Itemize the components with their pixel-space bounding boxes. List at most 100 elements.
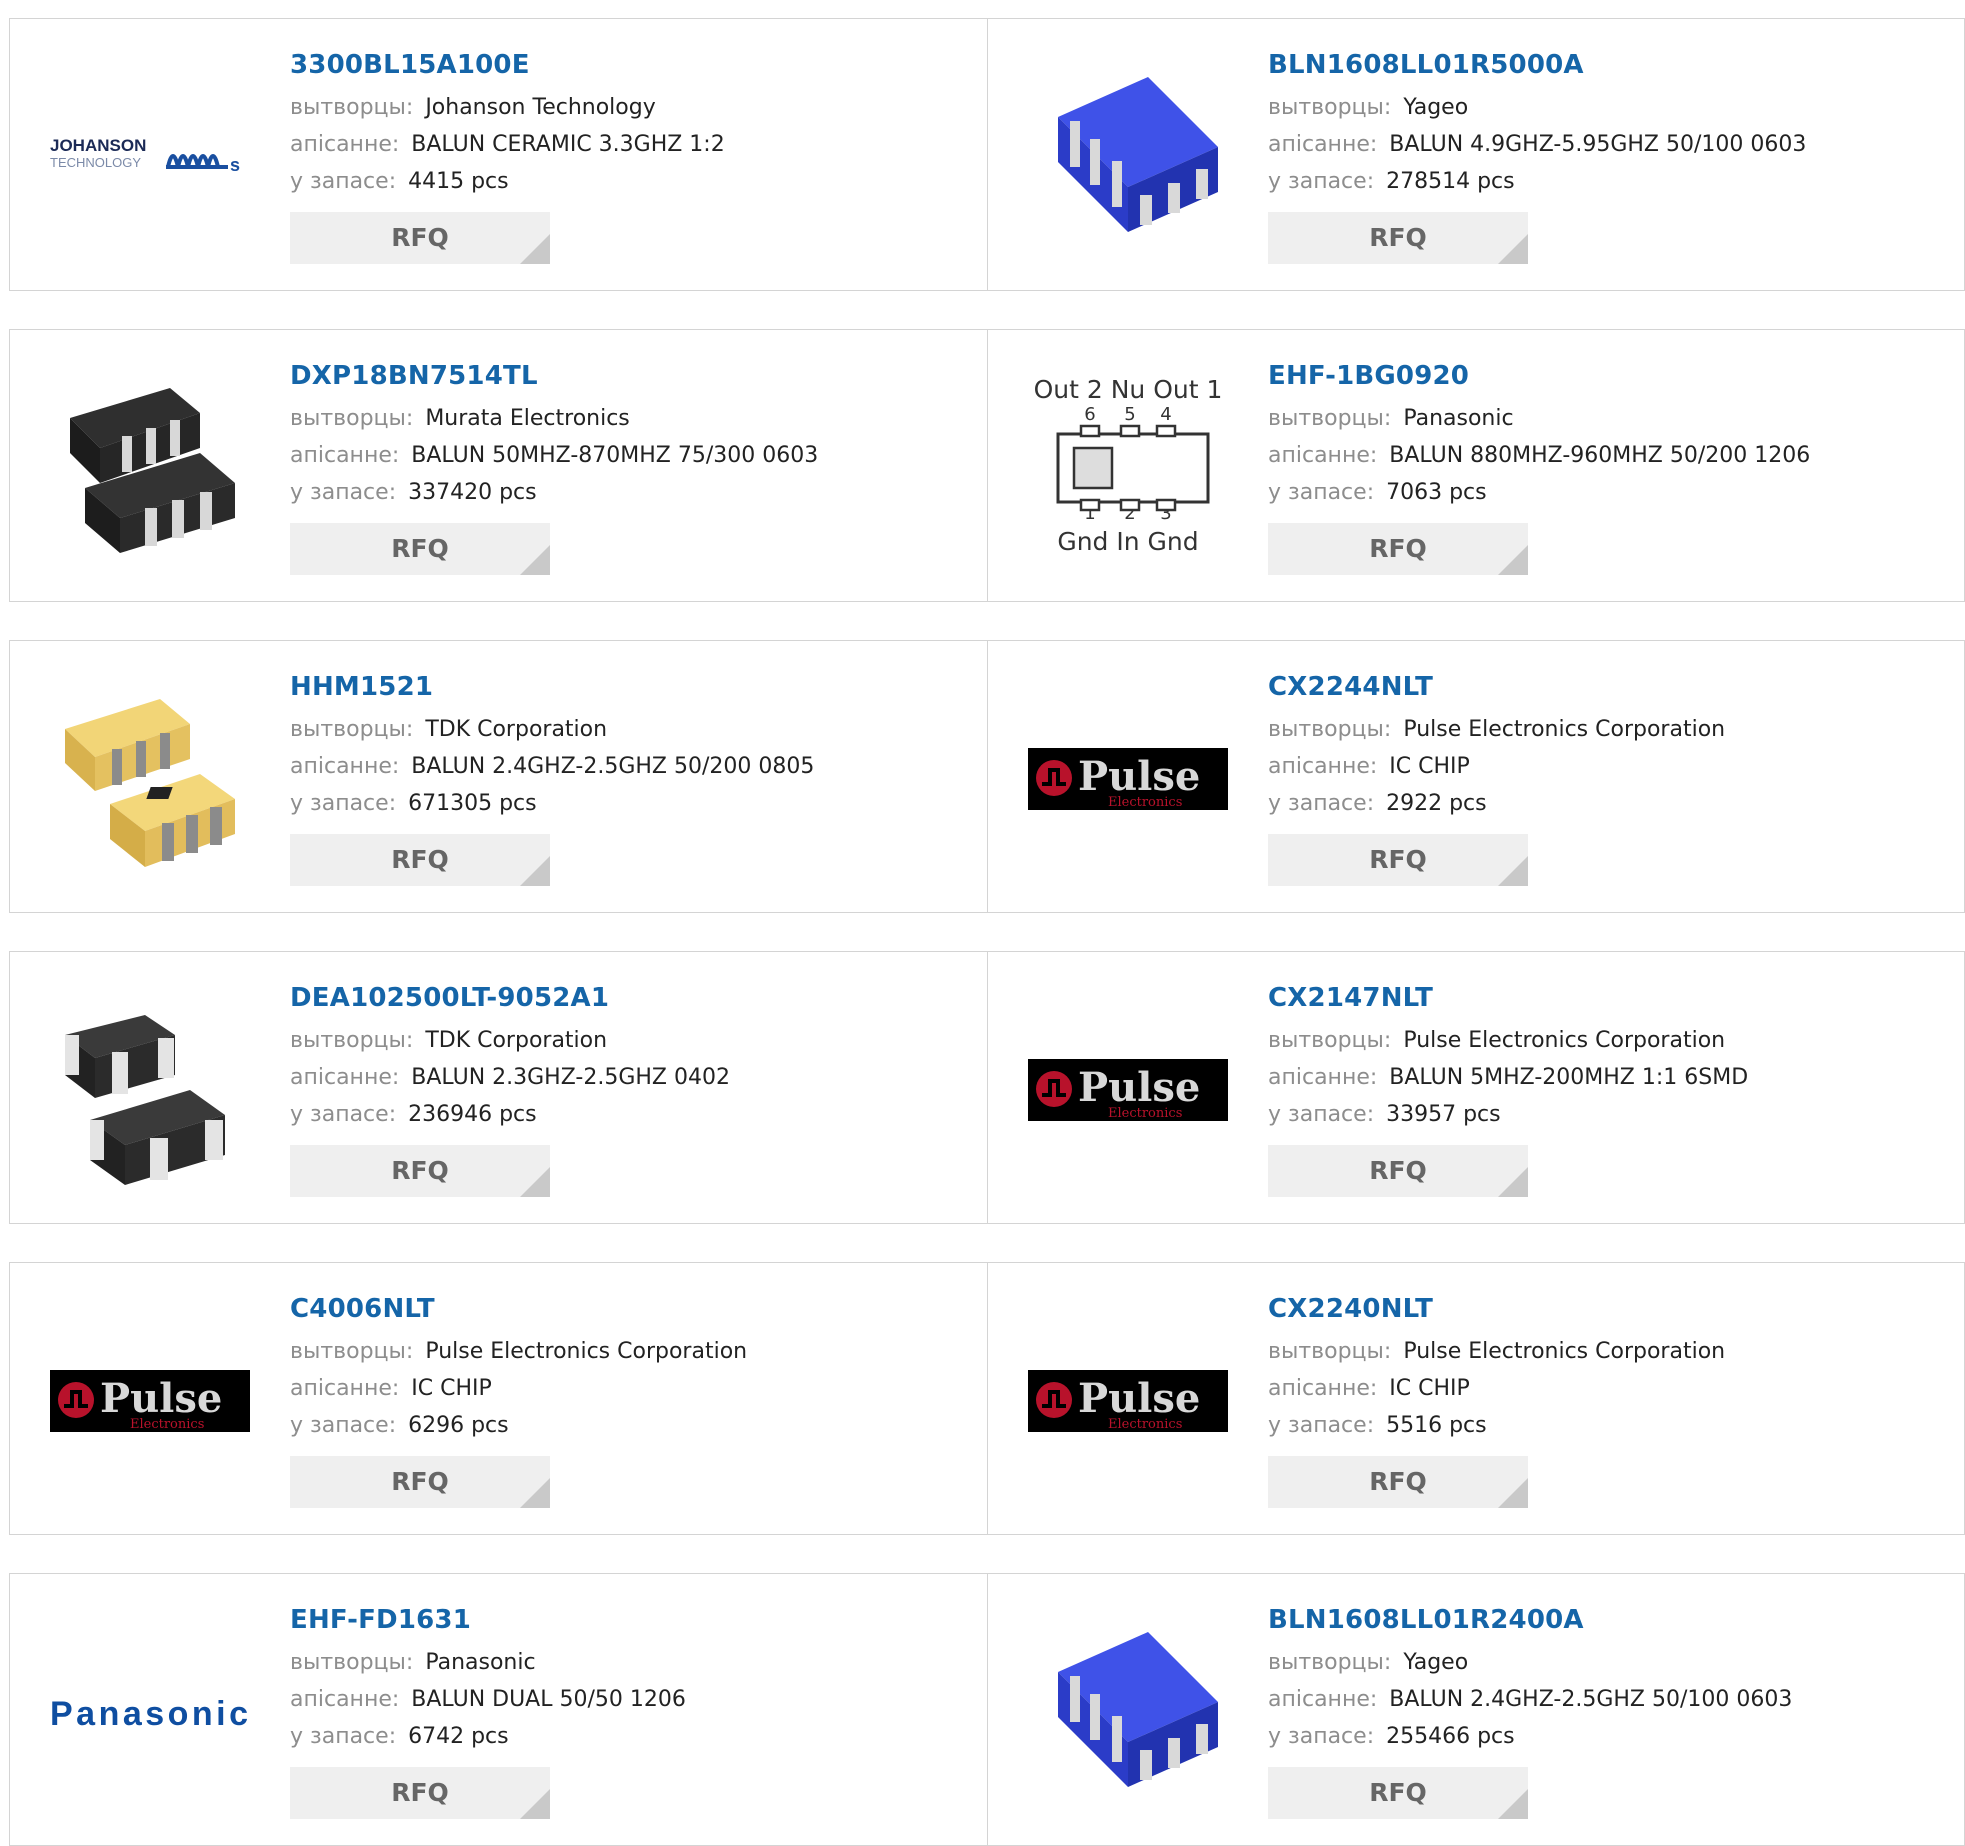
part-number-link[interactable]: EHF-FD1631 [290,1602,686,1638]
stock-label: у запасе: [1268,169,1375,194]
stock-line: у запасе: 2922 pcs [1268,785,1725,822]
description-line: апісанне: IC CHIP [1268,1370,1725,1407]
corner-triangle-icon [520,1478,550,1508]
rfq-button[interactable]: RFQ [290,1767,550,1819]
rfq-button[interactable]: RFQ [1268,1145,1528,1197]
svg-text:Electronics: Electronics [1108,795,1182,810]
description-value: BALUN 2.4GHZ-2.5GHZ 50/200 0805 [411,754,815,779]
rfq-label: RFQ [1369,223,1427,252]
manufacturer-label: вытворцы: [290,717,414,742]
manufacturer-label: вытворцы: [290,406,414,431]
corner-triangle-icon [520,545,550,575]
svg-text:5: 5 [1124,404,1135,425]
corner-triangle-icon [1498,545,1528,575]
stock-value: 6296 pcs [408,1413,509,1438]
rfq-button[interactable]: RFQ [290,212,550,264]
rfq-button[interactable]: RFQ [290,523,550,575]
product-info: BLN1608LL01R5000A вытворцы: Yageo апісанн… [1268,47,1806,264]
product-row: JOHANSON TECHNOLOGY s 3300BL15A100E вытв… [9,18,1965,291]
pulse-logo-image[interactable]: Pulse Electronics [1028,1301,1228,1501]
corner-triangle-icon [1498,856,1528,886]
pulse-logo-image[interactable]: Pulse Electronics [50,1301,250,1501]
rfq-label: RFQ [391,534,449,563]
manufacturer-value: Panasonic [1403,406,1514,431]
pulse-logo-image[interactable]: Pulse Electronics [1028,679,1228,879]
pinout-diagram-image[interactable]: Out 2 Nu Out 1 654 123 Gnd In Gnd [1028,368,1228,568]
rfq-button[interactable]: RFQ [1268,523,1528,575]
stock-label: у запасе: [1268,480,1375,505]
rfq-button[interactable]: RFQ [1268,1456,1528,1508]
part-number-link[interactable]: C4006NLT [290,1291,747,1327]
stock-line: у запасе: 278514 pcs [1268,163,1806,200]
manufacturer-label: вытворцы: [1268,95,1392,120]
johanson-logo-image[interactable]: JOHANSON TECHNOLOGY s [50,57,250,257]
rfq-button[interactable]: RFQ [1268,834,1528,886]
part-number-link[interactable]: DXP18BN7514TL [290,358,818,394]
description-label: апісанне: [1268,1687,1378,1712]
panasonic-logo-image[interactable]: Panasonic [50,1612,250,1812]
description-value: BALUN 50MHZ-870MHZ 75/300 0603 [411,443,819,468]
product-info: DXP18BN7514TL вытворцы: Murata Electronic… [290,358,818,575]
stock-value: 255466 pcs [1386,1724,1515,1749]
manufacturer-value: TDK Corporation [425,717,608,742]
part-number-link[interactable]: BLN1608LL01R2400A [1268,1602,1792,1638]
product-card: DEA102500LT-9052A1 вытворцы: TDK Corporat… [10,952,988,1223]
stock-value: 236946 pcs [408,1102,537,1127]
pulse-logo-image[interactable]: Pulse Electronics [1028,990,1228,1190]
part-number-link[interactable]: HHM1521 [290,669,814,705]
corner-triangle-icon [1498,1167,1528,1197]
manufacturer-value: Pulse Electronics Corporation [1403,1028,1726,1053]
product-card: BLN1608LL01R5000A вытворцы: Yageo апісанн… [988,19,1964,290]
svg-text:Pulse: Pulse [1078,1064,1200,1111]
description-label: апісанне: [1268,1376,1378,1401]
rfq-button[interactable]: RFQ [1268,1767,1528,1819]
part-number-link[interactable]: BLN1608LL01R5000A [1268,47,1806,83]
part-number-link[interactable]: CX2147NLT [1268,980,1748,1016]
manufacturer-line: вытворцы: Yageo [1268,89,1806,126]
description-value: BALUN 2.3GHZ-2.5GHZ 0402 [411,1065,730,1090]
stock-label: у запасе: [290,1413,397,1438]
part-number-link[interactable]: CX2240NLT [1268,1291,1725,1327]
black-chip-image[interactable] [50,368,250,568]
stock-line: у запасе: 236946 pcs [290,1096,730,1133]
manufacturer-label: вытворцы: [1268,1650,1392,1675]
description-line: апісанне: BALUN 4.9GHZ-5.95GHZ 50/100 060… [1268,126,1806,163]
part-number-link[interactable]: DEA102500LT-9052A1 [290,980,730,1016]
corner-triangle-icon [520,856,550,886]
rfq-label: RFQ [391,1778,449,1807]
manufacturer-line: вытворцы: Murata Electronics [290,400,818,437]
rfq-label: RFQ [391,223,449,252]
stock-label: у запасе: [290,1724,397,1749]
black-white-chip-image[interactable] [50,990,250,1190]
corner-triangle-icon [1498,234,1528,264]
description-label: апісанне: [1268,443,1378,468]
product-row: DEA102500LT-9052A1 вытворцы: TDK Corporat… [9,951,1965,1224]
stock-label: у запасе: [290,480,397,505]
svg-text:Pulse: Pulse [100,1375,222,1422]
product-card: Panasonic EHF-FD1631 вытворцы: Panasonic … [10,1574,988,1845]
part-number-link[interactable]: CX2244NLT [1268,669,1725,705]
stock-line: у запасе: 6742 pcs [290,1718,686,1755]
corner-triangle-icon [520,234,550,264]
rfq-label: RFQ [1369,845,1427,874]
corner-triangle-icon [1498,1478,1528,1508]
svg-text:Gnd In Gnd: Gnd In Gnd [1057,527,1198,556]
description-label: апісанне: [290,132,400,157]
rfq-button[interactable]: RFQ [290,1456,550,1508]
rfq-button[interactable]: RFQ [1268,212,1528,264]
stock-line: у запасе: 6296 pcs [290,1407,747,1444]
description-value: BALUN 880MHZ-960MHZ 50/200 1206 [1389,443,1811,468]
description-line: апісанне: IC CHIP [1268,748,1725,785]
description-line: апісанне: BALUN 2.4GHZ-2.5GHZ 50/100 0603 [1268,1681,1792,1718]
part-number-link[interactable]: EHF-1BG0920 [1268,358,1810,394]
rfq-button[interactable]: RFQ [290,834,550,886]
product-card: Pulse Electronics C4006NLT вытворцы: Puls… [10,1263,988,1534]
rfq-button[interactable]: RFQ [290,1145,550,1197]
description-value: BALUN 4.9GHZ-5.95GHZ 50/100 0603 [1389,132,1807,157]
blue-chip-image[interactable] [1028,57,1228,257]
yellow-chip-image[interactable] [50,679,250,879]
blue-chip-image[interactable] [1028,1612,1228,1812]
corner-triangle-icon [520,1167,550,1197]
manufacturer-line: вытворцы: Pulse Electronics Corporation [1268,711,1725,748]
part-number-link[interactable]: 3300BL15A100E [290,47,725,83]
